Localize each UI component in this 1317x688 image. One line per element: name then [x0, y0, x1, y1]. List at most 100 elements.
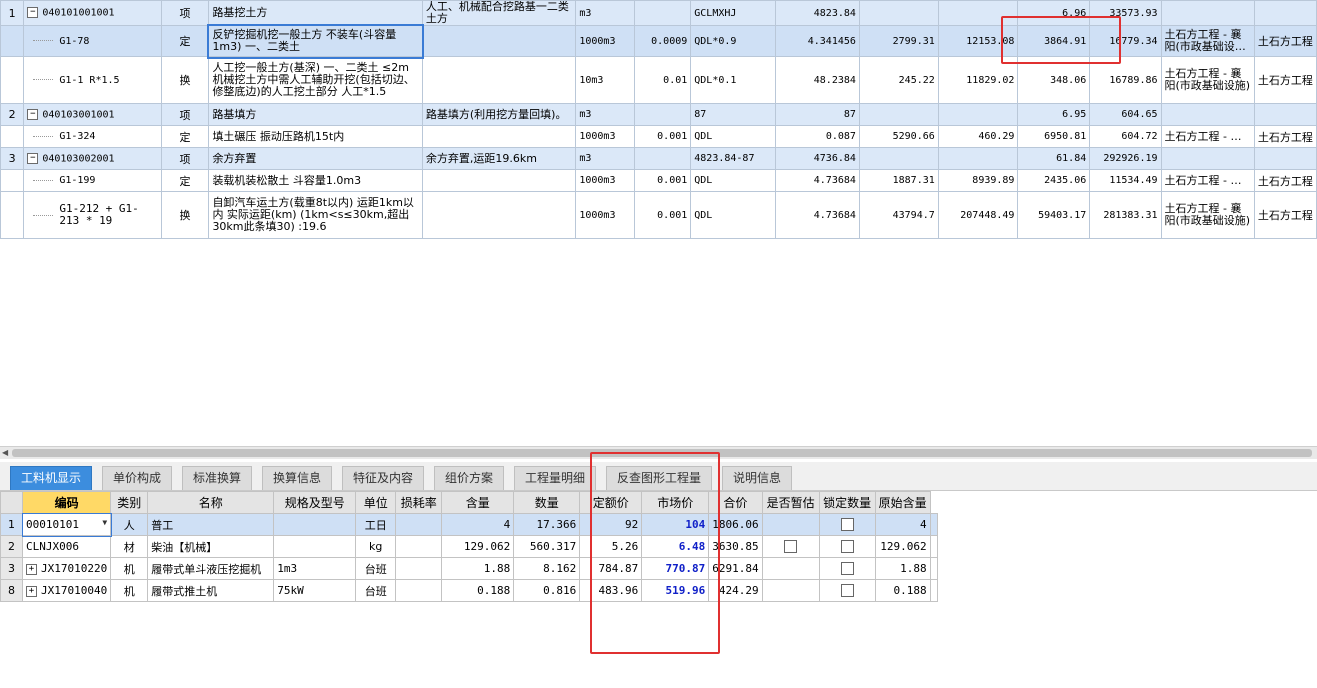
- cell-unit-price[interactable]: 5290.66: [858, 125, 939, 148]
- row-number[interactable]: 2: [0, 103, 25, 126]
- cell-fee[interactable]: 土石方工程: [1253, 169, 1317, 192]
- cell-unit[interactable]: kg: [355, 535, 397, 558]
- cell-qty-expr[interactable]: [634, 147, 692, 170]
- cell-amount[interactable]: 6950.81: [1017, 125, 1091, 148]
- col-header-name[interactable]: 名称: [147, 491, 275, 514]
- cell-lock[interactable]: [818, 579, 876, 602]
- cell-code[interactable]: −040103001001: [23, 103, 162, 126]
- cell-qty-expr[interactable]: 0.001: [634, 169, 692, 192]
- col-header-code[interactable]: 编码: [21, 491, 112, 514]
- cell-total[interactable]: 16789.86: [1089, 56, 1162, 104]
- cell-qty-expr[interactable]: [634, 103, 692, 126]
- cell-unit[interactable]: m3: [575, 0, 636, 26]
- collapse-icon[interactable]: −: [27, 7, 39, 19]
- cell-unit-price[interactable]: 2799.31: [858, 25, 939, 57]
- tab-unit-price[interactable]: 单价构成: [102, 466, 173, 490]
- col-header-market-price[interactable]: 市场价: [641, 491, 710, 514]
- cell-market-price[interactable]: 104: [641, 513, 710, 536]
- cell-content[interactable]: 129.062: [441, 535, 515, 558]
- resource-row[interactable]: 2 CLNJX006 材柴油【机械】 kg 129.062 560.317 5.26 6.48…: [0, 535, 938, 558]
- cell-loss[interactable]: [395, 579, 443, 602]
- cell-unit[interactable]: 1000m3: [575, 125, 636, 148]
- lock-checkbox[interactable]: [840, 562, 854, 576]
- cell-quantity-formula[interactable]: QDL: [690, 125, 776, 148]
- cell-unit-price[interactable]: 43794.7: [858, 191, 939, 239]
- cell-quantity[interactable]: 17.366: [513, 513, 581, 536]
- cell-major[interactable]: [1160, 147, 1255, 170]
- cell-lock[interactable]: [818, 535, 876, 558]
- cell-original-content[interactable]: 1.88: [874, 557, 931, 580]
- cell-type[interactable]: 项: [160, 0, 210, 26]
- cell-original-content[interactable]: 4: [874, 513, 931, 536]
- cell-type[interactable]: 项: [160, 147, 210, 170]
- quota-row[interactable]: G1-1 R*1.5 换人工挖一般土方(基深) 一、二类土 ≤2m 机械挖土方中需…: [0, 56, 1317, 104]
- cell-code[interactable]: −040101001001: [23, 0, 162, 26]
- cell-unit-price[interactable]: [858, 147, 939, 170]
- cell-total[interactable]: 604.65: [1089, 103, 1162, 126]
- cell-lock[interactable]: [818, 513, 876, 536]
- row-index[interactable]: 8: [0, 579, 23, 602]
- cell-estimate[interactable]: [761, 579, 820, 602]
- cell-code[interactable]: 00010101 ▼: [21, 512, 112, 537]
- cell-empty[interactable]: [929, 579, 938, 602]
- cell-total[interactable]: 1806.06: [708, 513, 763, 536]
- col-header-quantity[interactable]: 数量: [513, 491, 581, 514]
- cell-spec[interactable]: 1m3: [273, 557, 357, 580]
- cell-name[interactable]: 路基填方: [208, 103, 423, 126]
- cell-code[interactable]: G1-324: [23, 125, 162, 148]
- cell-total[interactable]: 6291.84: [708, 557, 763, 580]
- tab-features[interactable]: 特征及内容: [342, 466, 425, 490]
- chevron-down-icon[interactable]: ▼: [102, 518, 107, 527]
- scrollbar-thumb[interactable]: [12, 449, 1312, 457]
- cell-type[interactable]: 项: [160, 103, 210, 126]
- cell-total[interactable]: 3630.85: [708, 535, 763, 558]
- cell-loss[interactable]: [395, 513, 443, 536]
- cell-unit[interactable]: 1000m3: [575, 25, 636, 57]
- cell-market-price[interactable]: 519.96: [641, 579, 710, 602]
- tab-standard-conversion[interactable]: 标准换算: [182, 466, 253, 490]
- cell-quota-price[interactable]: 784.87: [579, 557, 643, 580]
- cell-market-price[interactable]: 770.87: [641, 557, 710, 580]
- cell-unit[interactable]: 10m3: [575, 56, 636, 104]
- cell-unit-price[interactable]: [858, 103, 939, 126]
- bill-item-row[interactable]: 1−040101001001 项路基挖土方 人工、机械配合挖路基一二类土方 m3 GCL…: [0, 0, 1317, 26]
- cell-labor[interactable]: 8939.89: [937, 169, 1019, 192]
- col-header-lock[interactable]: 锁定数量: [818, 491, 876, 514]
- cell-quantity-formula[interactable]: QDL: [690, 169, 776, 192]
- cell-original-content[interactable]: 129.062: [874, 535, 931, 558]
- row-number[interactable]: [0, 25, 25, 57]
- cell-spec[interactable]: 75kW: [273, 579, 357, 602]
- bill-item-row[interactable]: 2−040103001001 项路基填方 路基填方(利用挖方量回填)。 m3 87 87 6…: [0, 103, 1317, 126]
- cell-total[interactable]: 33573.93: [1089, 0, 1162, 26]
- cell-empty[interactable]: [929, 513, 938, 536]
- scroll-left-icon[interactable]: ◀: [2, 448, 8, 457]
- row-index[interactable]: 3: [0, 557, 23, 580]
- cell-total[interactable]: 281383.31: [1089, 191, 1162, 239]
- cell-unit[interactable]: m3: [575, 147, 636, 170]
- tab-pricing-scheme[interactable]: 组价方案: [434, 466, 505, 490]
- lock-checkbox[interactable]: [840, 540, 854, 554]
- quota-row[interactable]: G1-199 定装载机装松散土 斗容量1.0m3 1000m3 0.001 QDL 4.7…: [0, 169, 1317, 192]
- cell-quantity[interactable]: 4.73684: [775, 191, 860, 239]
- cell-market-price[interactable]: 6.48: [641, 535, 710, 558]
- cell-qty-expr[interactable]: [634, 0, 692, 26]
- cell-unit-price[interactable]: 1887.31: [858, 169, 939, 192]
- cell-estimate[interactable]: [761, 557, 820, 580]
- cell-labor[interactable]: 207448.49: [937, 191, 1019, 239]
- cell-major[interactable]: 土石方工程 - 襄阳(市政基础设…: [1160, 25, 1255, 57]
- cell-quantity[interactable]: 4.73684: [775, 169, 860, 192]
- row-number[interactable]: [0, 56, 25, 104]
- cell-lock[interactable]: [818, 557, 876, 580]
- horizontal-scrollbar[interactable]: ◀: [0, 446, 1317, 459]
- cell-code[interactable]: −040103002001: [23, 147, 162, 170]
- row-number[interactable]: [0, 169, 25, 192]
- lock-checkbox[interactable]: [840, 584, 854, 598]
- cell-code[interactable]: + JX17010040: [21, 579, 112, 602]
- row-index[interactable]: 2: [0, 535, 23, 558]
- col-header-unit[interactable]: 单位: [355, 491, 397, 514]
- cell-major[interactable]: [1160, 103, 1255, 126]
- cell-empty[interactable]: [929, 535, 938, 558]
- cell-amount[interactable]: 6.95: [1017, 103, 1091, 126]
- cell-quota-price[interactable]: 92: [579, 513, 643, 536]
- cell-loss[interactable]: [395, 535, 443, 558]
